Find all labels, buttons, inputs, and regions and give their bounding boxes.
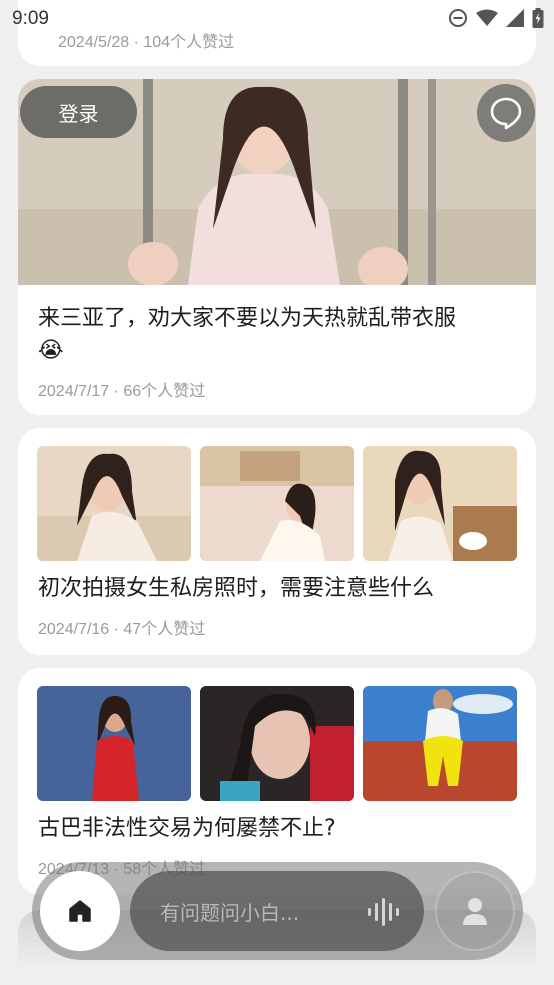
post-thumbnail[interactable] — [200, 446, 354, 561]
post-meta: 2024/7/16 · 47个人赞过 — [38, 621, 206, 638]
profile-button[interactable] — [435, 871, 515, 951]
status-time: 9:09 — [12, 8, 49, 29]
post-card[interactable]: 初次拍摄女生私房照时，需要注意些什么 2024/7/16 · 47个人赞过 — [18, 428, 536, 655]
status-bar: 9:09 — [0, 0, 554, 38]
crying-emoji: 😭 — [38, 338, 64, 363]
signal-icon — [506, 9, 524, 27]
ask-placeholder: 有问题问小白... — [160, 901, 300, 925]
post-thumbnail[interactable] — [200, 686, 354, 801]
home-button[interactable] — [40, 871, 120, 951]
ask-input[interactable]: 有问题问小白... — [130, 871, 424, 951]
bottom-nav: 有问题问小白... — [32, 862, 523, 960]
post-title[interactable]: 初次拍摄女生私房照时，需要注意些什么 — [18, 573, 536, 605]
login-button[interactable]: 登录 — [20, 86, 137, 138]
battery-icon — [532, 8, 544, 28]
post-meta: 2024/7/17 · 66个人赞过 — [38, 383, 206, 400]
wifi-icon — [476, 9, 498, 26]
person-icon — [463, 898, 487, 925]
post-thumbnail[interactable] — [363, 446, 517, 561]
post-thumbnail[interactable] — [37, 686, 191, 801]
post-thumbnail[interactable] — [363, 686, 517, 801]
post-title[interactable]: 古巴非法性交易为何屡禁不止? — [18, 813, 536, 845]
chat-bubble-icon — [490, 97, 522, 130]
post-title[interactable]: 来三亚了，劝大家不要以为天热就乱带衣服 😭 — [18, 303, 536, 367]
chat-button[interactable] — [477, 84, 535, 142]
post-card[interactable]: 古巴非法性交易为何屡禁不止? 2024/7/13 · 58个人赞过 — [18, 668, 536, 895]
do-not-disturb-icon — [449, 9, 467, 27]
voice-wave-icon[interactable] — [366, 897, 402, 927]
status-icons — [448, 8, 544, 28]
post-thumbnail[interactable] — [37, 446, 191, 561]
home-icon — [69, 900, 91, 922]
